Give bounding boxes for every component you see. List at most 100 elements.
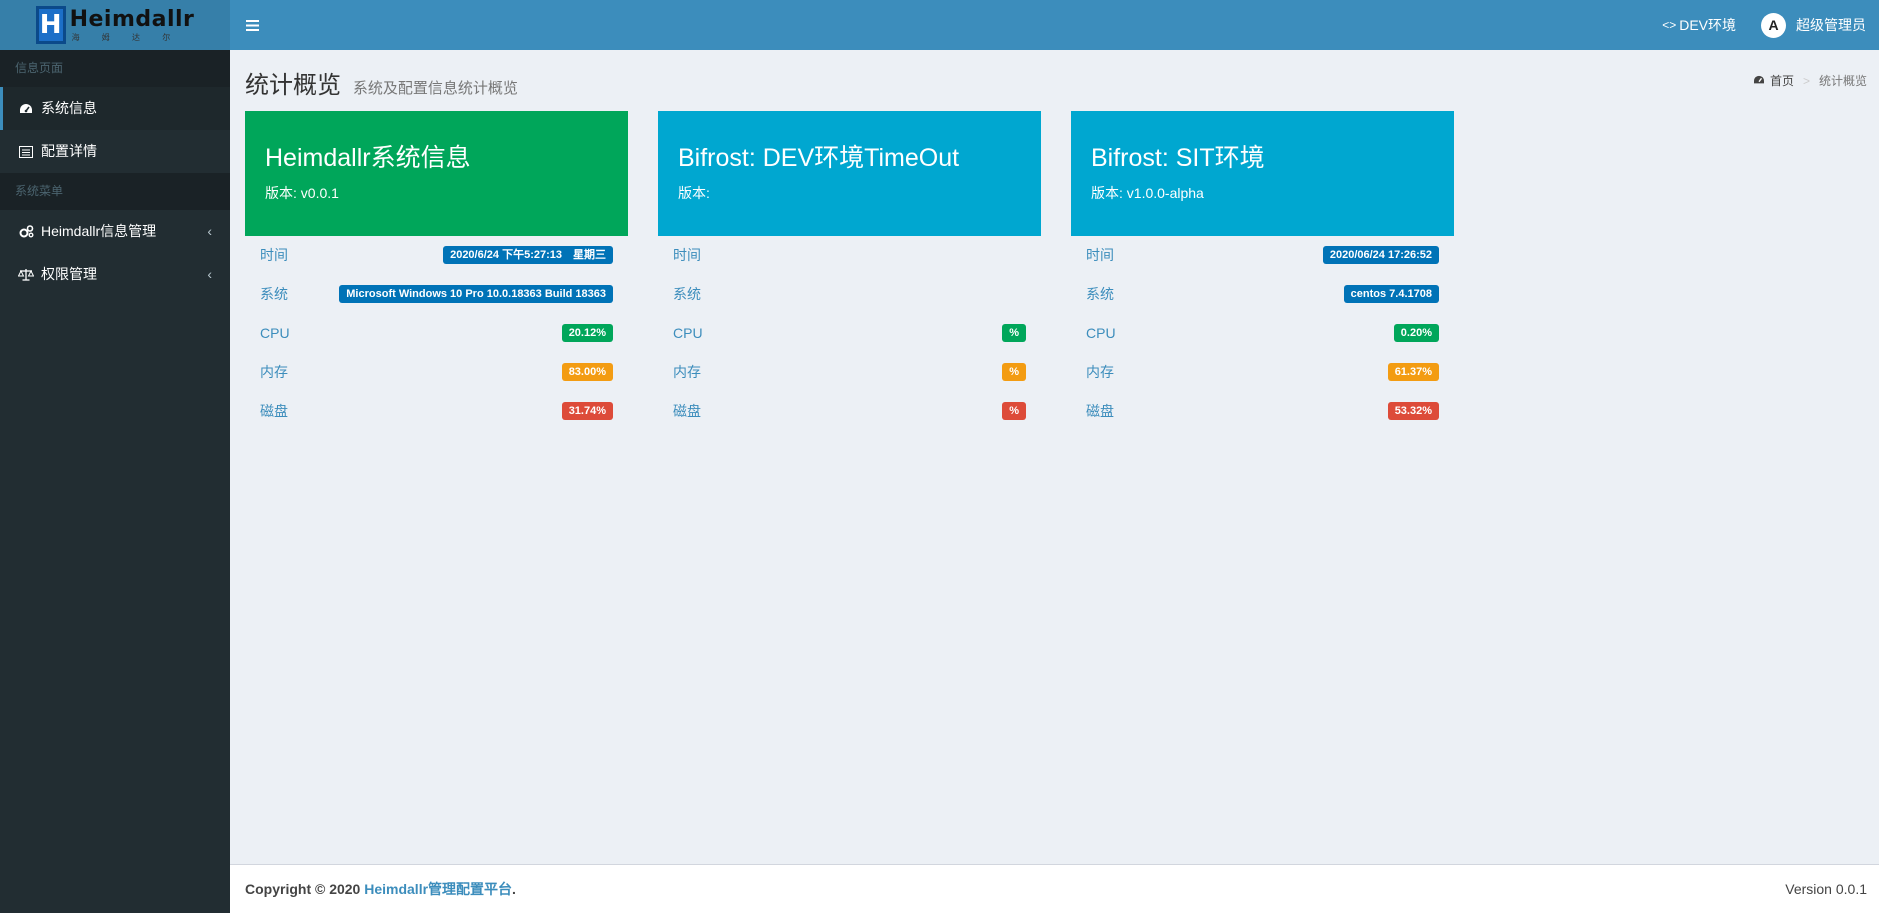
disk-badge: 53.32% (1387, 402, 1439, 420)
page-subtitle: 系统及配置信息统计概览 (352, 80, 518, 97)
sidebar-item-label: 配置详情 (41, 143, 97, 159)
list-item: 内存 61.37% (1086, 363, 1439, 402)
row-label-disk: 磁盘 (673, 403, 701, 419)
sidebar: H Heimdallr 海 姆 达 尔 信息页面 系统信息 配置详情 系统菜单 … (0, 0, 230, 913)
card-title: Bifrost: DEV环境TimeOut (678, 144, 960, 172)
content-header: 统计概览 系统及配置信息统计概览 首页 > 统计概览 (230, 50, 1879, 99)
system-badge: Microsoft Windows 10 Pro 10.0.18363 Buil… (339, 285, 613, 303)
card-header: Bifrost: SIT环境 版本: v1.0.0-alpha (1071, 111, 1454, 236)
dashboard-icon (18, 102, 34, 116)
sidebar-item-label: 权限管理 (41, 266, 97, 282)
row-label-cpu: CPU (1086, 325, 1116, 341)
disk-badge: % (1002, 402, 1026, 420)
row-label-system: 系统 (673, 286, 701, 302)
user-name: 超级管理员 (1796, 17, 1866, 33)
logo[interactable]: H Heimdallr 海 姆 达 尔 (0, 0, 230, 50)
row-label-disk: 磁盘 (260, 403, 288, 419)
memory-badge: % (1002, 363, 1026, 381)
sidebar-item-system-info[interactable]: 系统信息 (0, 87, 230, 130)
env-label: DEV环境 (1679, 17, 1736, 33)
user-menu[interactable]: A 超级管理员 (1751, 12, 1879, 38)
memory-badge: 61.37% (1387, 363, 1439, 381)
card-title: Heimdallr系统信息 (265, 144, 471, 172)
time-badge: 2020/06/24 17:26:52 (1322, 246, 1439, 264)
gears-icon (18, 225, 34, 239)
code-icon: <> (1662, 18, 1677, 32)
avatar: A (1761, 12, 1786, 38)
list-item: 磁盘 53.32% (1086, 402, 1439, 441)
balance-scale-icon (18, 268, 34, 282)
card-header: Heimdallr系统信息 版本: v0.0.1 (245, 111, 628, 236)
row-label-memory: 内存 (260, 364, 288, 380)
footer-suffix: . (512, 881, 516, 897)
card-version: 版本: (678, 185, 710, 201)
row-label-system: 系统 (1086, 286, 1114, 302)
disk-badge: 31.74% (561, 402, 613, 420)
page-title: 统计概览 (245, 72, 341, 99)
row-label-cpu: CPU (260, 325, 290, 341)
chevron-left-icon: ‹ (207, 266, 212, 282)
row-label-disk: 磁盘 (1086, 403, 1114, 419)
list-item: CPU 0.20% (1086, 324, 1439, 363)
card-version: 版本: v1.0.0-alpha (1091, 185, 1204, 201)
sidebar-item-label: Heimdallr信息管理 (41, 223, 157, 239)
logo-subtitle: 海 姆 达 尔 (71, 33, 181, 42)
menu-header-system: 系统菜单 (0, 173, 230, 210)
row-label-memory: 内存 (1086, 364, 1114, 380)
logo-title: Heimdallr (69, 7, 195, 32)
sidebar-item-config-detail[interactable]: 配置详情 (0, 130, 230, 173)
time-badge: 2020/6/24 下午5:27:13 星期三 (443, 246, 613, 264)
breadcrumb-separator: > (1802, 73, 1810, 88)
info-card-heimdallr: Heimdallr系统信息 版本: v0.0.1 时间 2020/6/24 下午… (245, 111, 628, 441)
list-item: CPU % (673, 324, 1026, 363)
row-label-cpu: CPU (673, 325, 703, 341)
breadcrumb-home-link[interactable]: 首页 (1770, 72, 1794, 89)
list-item: 系统 (673, 285, 1026, 324)
top-navbar: <> DEV环境 A 超级管理员 (230, 0, 1879, 50)
info-card-bifrost-dev: Bifrost: DEV环境TimeOut 版本: 时间 系统 CPU % 内存… (658, 111, 1041, 441)
footer-copyright: Copyright © 2020 Heimdallr管理配置平台. (245, 879, 516, 899)
card-version: 版本: v0.0.1 (265, 185, 339, 201)
list-item: 时间 2020/06/24 17:26:52 (1086, 246, 1439, 285)
breadcrumb: 首页 > 统计概览 (1753, 72, 1867, 89)
list-item: CPU 20.12% (260, 324, 613, 363)
logo-h-icon: H (35, 6, 66, 44)
row-label-time: 时间 (260, 247, 288, 263)
system-badge: centos 7.4.1708 (1343, 285, 1439, 303)
menu-header-info: 信息页面 (0, 50, 230, 87)
row-label-memory: 内存 (673, 364, 701, 380)
copyright-text: Copyright © 2020 (245, 881, 361, 897)
sidebar-item-heimdallr-manage[interactable]: Heimdallr信息管理 ‹ (0, 210, 230, 253)
list-item: 内存 83.00% (260, 363, 613, 402)
sidebar-item-label: 系统信息 (41, 100, 97, 116)
list-item: 时间 (673, 246, 1026, 285)
main-content: 统计概览 系统及配置信息统计概览 首页 > 统计概览 Heimdallr系统信息… (230, 50, 1879, 864)
list-item: 系统 centos 7.4.1708 (1086, 285, 1439, 324)
sidebar-toggle-button[interactable] (230, 0, 274, 50)
cpu-badge: % (1002, 324, 1026, 342)
dashboard-icon (1753, 74, 1765, 88)
list-item: 内存 % (673, 363, 1026, 402)
list-item: 系统 Microsoft Windows 10 Pro 10.0.18363 B… (260, 285, 613, 324)
list-item: 时间 2020/6/24 下午5:27:13 星期三 (260, 246, 613, 285)
list-item: 磁盘 % (673, 402, 1026, 441)
footer-version: Version 0.0.1 (1785, 881, 1867, 897)
hamburger-icon (245, 15, 259, 36)
env-switch-link[interactable]: <> DEV环境 (1647, 15, 1751, 35)
sidebar-item-permission[interactable]: 权限管理 ‹ (0, 253, 230, 296)
cpu-badge: 0.20% (1393, 324, 1439, 342)
row-label-time: 时间 (1086, 247, 1114, 263)
chevron-left-icon: ‹ (207, 223, 212, 239)
row-label-time: 时间 (673, 247, 701, 263)
footer: Copyright © 2020 Heimdallr管理配置平台. Versio… (230, 864, 1879, 913)
info-card-bifrost-sit: Bifrost: SIT环境 版本: v1.0.0-alpha 时间 2020/… (1071, 111, 1454, 441)
breadcrumb-current: 统计概览 (1818, 74, 1867, 88)
cpu-badge: 20.12% (561, 324, 613, 342)
card-header: Bifrost: DEV环境TimeOut 版本: (658, 111, 1041, 236)
row-label-system: 系统 (260, 286, 288, 302)
list-icon (18, 145, 34, 159)
footer-brand-link[interactable]: Heimdallr管理配置平台 (364, 881, 512, 897)
list-item: 磁盘 31.74% (260, 402, 613, 441)
card-title: Bifrost: SIT环境 (1091, 144, 1265, 172)
memory-badge: 83.00% (561, 363, 613, 381)
